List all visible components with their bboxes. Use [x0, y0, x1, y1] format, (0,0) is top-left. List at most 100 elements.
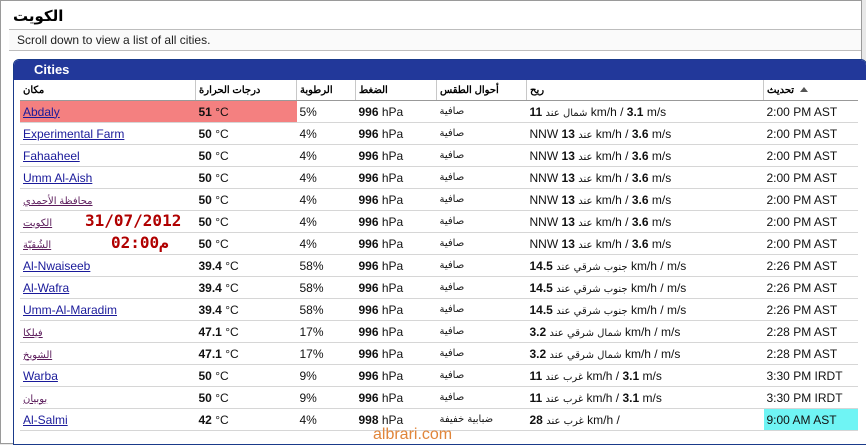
humidity-cell: 4% — [296, 144, 356, 167]
table-row: فيلكا 47.1 °C 17% 996 hPa صافية 3.2 شمال… — [20, 320, 858, 343]
city-link[interactable]: فيلكا — [23, 328, 43, 339]
city-link[interactable]: Fahaaheel — [23, 149, 80, 163]
city-cell: الشُقيّة — [20, 232, 196, 255]
updated-cell: 2:28 PM AST — [763, 342, 858, 365]
pressure-cell: 996 hPa — [355, 342, 437, 365]
wind-cell: NNW 13 عند km/h / 3.6 m/s — [526, 122, 764, 145]
conditions-cell: صافية — [436, 364, 527, 387]
wind-cell: 14.5 جنوب شرقي عند km/h / m/s — [526, 298, 764, 321]
city-link[interactable]: Al-Salmi — [23, 413, 68, 427]
pressure-cell: 996 hPa — [355, 122, 437, 145]
city-cell: محافظة الأحمدي — [20, 188, 196, 211]
city-cell: Umm Al-Aish — [20, 166, 196, 189]
city-link[interactable]: Al-Nwaiseeb — [23, 259, 90, 273]
city-link[interactable]: Abdaly — [23, 105, 60, 119]
col-header-humidity[interactable]: الرطوبة — [296, 80, 356, 101]
temperature-cell: 50 °C — [195, 364, 297, 387]
conditions-cell: صافية — [436, 298, 527, 321]
col-header-updated[interactable]: تحديث — [763, 80, 858, 101]
pressure-cell: 996 hPa — [355, 320, 437, 343]
humidity-cell: 4% — [296, 122, 356, 145]
humidity-cell: 4% — [296, 232, 356, 255]
wind-cell: NNW 13 عند km/h / 3.6 m/s — [526, 210, 764, 233]
temperature-cell: 51 °C — [195, 100, 297, 123]
updated-cell: 2:26 PM AST — [763, 276, 858, 299]
pressure-cell: 996 hPa — [355, 254, 437, 277]
updated-cell: 2:00 PM AST — [763, 144, 858, 167]
col-header-wind[interactable]: ريح — [526, 80, 764, 101]
pressure-cell: 996 hPa — [355, 100, 437, 123]
city-cell: الشويخ — [20, 342, 196, 365]
humidity-cell: 5% — [296, 100, 356, 123]
wind-cell: 3.2 شمال شرقي عند km/h / m/s — [526, 342, 764, 365]
table-row: Umm-Al-Maradim 39.4 °C 58% 996 hPa صافية… — [20, 298, 858, 321]
temperature-cell: 39.4 °C — [195, 276, 297, 299]
pressure-cell: 996 hPa — [355, 232, 437, 255]
updated-cell: 3:30 PM IRDT — [763, 386, 858, 409]
wind-cell: 11 شمال عند km/h / 3.1 m/s — [526, 100, 764, 123]
updated-cell: 9:00 AM AST — [763, 408, 858, 431]
wind-ms: / 3.1 m/s — [616, 104, 667, 119]
humidity-cell: 9% — [296, 386, 356, 409]
city-link[interactable]: Al-Wafra — [23, 281, 69, 295]
col-header-place[interactable]: مكان — [20, 80, 196, 101]
city-link[interactable]: Experimental Farm — [23, 127, 124, 141]
city-link[interactable]: بوبيان — [23, 394, 47, 405]
pressure-cell: 996 hPa — [355, 210, 437, 233]
updated-cell: 2:26 PM AST — [763, 298, 858, 321]
conditions-cell: صافية — [436, 320, 527, 343]
table-row: Al-Wafra 39.4 °C 58% 996 hPa صافية 14.5 … — [20, 276, 858, 299]
wind-cell: NNW 13 عند km/h / 3.6 m/s — [526, 188, 764, 211]
time-stamp: 02:00م — [111, 233, 169, 252]
pressure-cell: 996 hPa — [355, 276, 437, 299]
conditions-cell: صافية — [436, 166, 527, 189]
city-link[interactable]: Umm-Al-Maradim — [23, 303, 117, 317]
city-link[interactable]: الشُقيّة — [23, 240, 51, 251]
temperature-cell: 50 °C — [195, 386, 297, 409]
city-link[interactable]: الشويخ — [23, 350, 52, 361]
table-header-row: مكان درجات الحرارة الرطوبة الضغط أحوال ا… — [20, 80, 858, 101]
conditions-cell: صافية — [436, 122, 527, 145]
table-row: Umm Al-Aish 50 °C 4% 996 hPa صافية NNW 1… — [20, 166, 858, 189]
window-frame: الكويت Scroll down to view a list of all… — [0, 0, 866, 445]
city-cell: Al-Nwaiseeb — [20, 254, 196, 277]
col-header-pressure[interactable]: الضغط — [355, 80, 437, 101]
sort-ascending-icon[interactable] — [800, 86, 809, 92]
wind-ms: / 3.6 m/s — [621, 170, 672, 185]
subtitle-bar: Scroll down to view a list of all cities… — [9, 29, 861, 51]
updated-cell: 2:00 PM AST — [763, 232, 858, 255]
pressure-cell: 996 hPa — [355, 364, 437, 387]
conditions-cell: صافية — [436, 188, 527, 211]
humidity-cell: 4% — [296, 166, 356, 189]
wind-cell: 14.5 جنوب شرقي عند km/h / m/s — [526, 276, 764, 299]
city-link[interactable]: Umm Al-Aish — [23, 171, 92, 185]
cities-table: مكان درجات الحرارة الرطوبة الضغط أحوال ا… — [20, 80, 858, 431]
temperature-cell: 50 °C — [195, 122, 297, 145]
col-header-conditions[interactable]: أحوال الطقس — [436, 80, 527, 101]
city-link[interactable]: محافظة الأحمدي — [23, 196, 93, 207]
conditions-cell: صافية — [436, 144, 527, 167]
temperature-cell: 50 °C — [195, 210, 297, 233]
table-row: Experimental Farm 50 °C 4% 996 hPa صافية… — [20, 122, 858, 145]
humidity-cell: 58% — [296, 298, 356, 321]
updated-cell: 2:00 PM AST — [763, 210, 858, 233]
wind-cell: 28 غرب عند km/h / — [526, 408, 764, 431]
col-header-temperature[interactable]: درجات الحرارة — [195, 80, 297, 101]
city-cell: Fahaaheel — [20, 144, 196, 167]
temperature-cell: 39.4 °C — [195, 298, 297, 321]
city-link[interactable]: الكويت — [23, 218, 52, 229]
updated-cell: 2:00 PM AST — [763, 122, 858, 145]
conditions-cell: صافية — [436, 276, 527, 299]
wind-cell: 3.2 شمال شرقي عند km/h / m/s — [526, 320, 764, 343]
temperature-cell: 39.4 °C — [195, 254, 297, 277]
city-cell: Warba — [20, 364, 196, 387]
table-row: Al-Nwaiseeb 39.4 °C 58% 996 hPa صافية 14… — [20, 254, 858, 277]
temperature-cell: 50 °C — [195, 166, 297, 189]
city-cell: Experimental Farm — [20, 122, 196, 145]
wind-ms: / 3.6 m/s — [621, 236, 672, 251]
city-link[interactable]: Warba — [23, 369, 58, 383]
wind-cell: 11 غرب عند km/h / 3.1 m/s — [526, 386, 764, 409]
temperature-cell: 50 °C — [195, 144, 297, 167]
conditions-cell: صافية — [436, 210, 527, 233]
conditions-cell: صافية — [436, 100, 527, 123]
